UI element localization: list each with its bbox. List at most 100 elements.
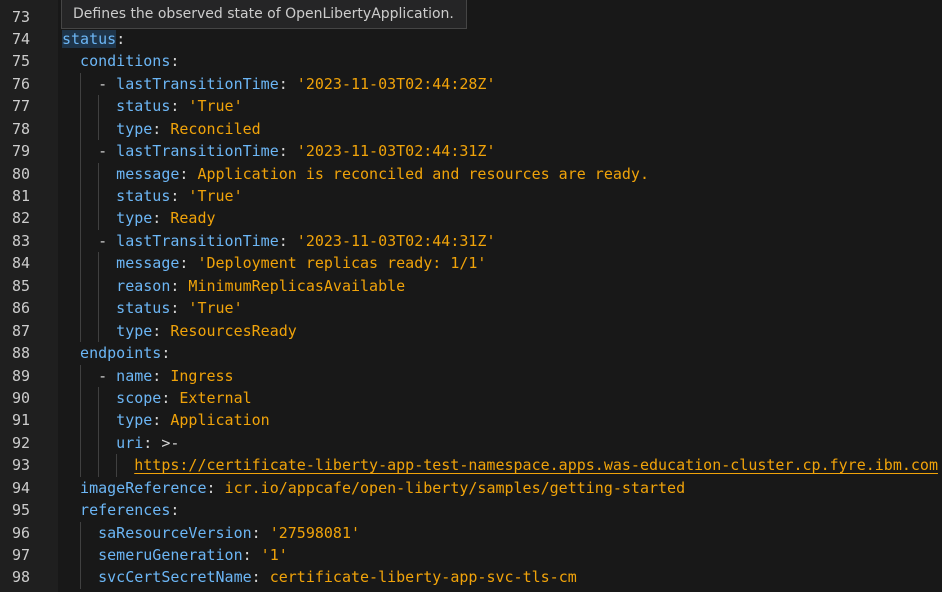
code-line[interactable]: 94 imageReference: icr.io/appcafe/open-li… — [0, 477, 942, 499]
indent-guide — [80, 162, 82, 185]
yaml-value: '27598081' — [269, 523, 361, 542]
yaml-punctuation: : — [278, 142, 297, 161]
code-line[interactable]: 97 semeruGeneration: '1' — [0, 544, 942, 567]
indent-guide — [80, 252, 82, 275]
code-line[interactable]: 95 references: — [0, 499, 942, 521]
line-number: 89 — [12, 366, 31, 385]
code-text: message: Application is reconciled and r… — [116, 163, 649, 185]
indent-guide — [80, 409, 82, 432]
indent-guide — [98, 95, 100, 118]
url-link[interactable]: https://certificate-liberty-app-test-nam… — [134, 456, 938, 474]
yaml-punctuation: : — [161, 344, 171, 363]
yaml-key: lastTransitionTime — [116, 142, 279, 161]
code-line[interactable]: 92 uri: >- — [0, 431, 942, 455]
code-line[interactable]: 91 type: Application — [0, 409, 942, 432]
code-text: type: ResourcesReady — [116, 320, 297, 342]
code-line[interactable]: 75 conditions: — [0, 50, 942, 72]
yaml-value: Ready — [170, 209, 216, 228]
code-line[interactable]: 88 endpoints: — [0, 342, 942, 364]
code-line[interactable]: 84 message: 'Deployment replicas ready: 1… — [0, 252, 942, 275]
indent-guide — [80, 207, 82, 230]
yaml-value: Reconciled — [170, 119, 261, 138]
yaml-value: 'True' — [188, 299, 243, 318]
yaml-punctuation: : — [170, 187, 189, 205]
code-text: message: 'Deployment replicas ready: 1/1… — [116, 252, 486, 274]
line-number: 95 — [12, 501, 31, 520]
line-number: 91 — [12, 411, 31, 430]
code-line[interactable]: 90 scope: External — [0, 386, 942, 410]
yaml-value: 'True' — [188, 187, 243, 205]
yaml-value: '1' — [260, 546, 288, 564]
indent-guide — [80, 386, 82, 410]
code-line[interactable]: 98 svcCertSecretName: certificate-liberty… — [0, 566, 942, 589]
indent-guide — [98, 386, 100, 410]
yaml-punctuation: : — [152, 321, 171, 340]
yaml-key: references — [80, 501, 171, 520]
indent-guide — [98, 274, 100, 298]
line-number: 94 — [12, 478, 31, 497]
yaml-punctuation: : — [242, 546, 261, 564]
yaml-value: Ingress — [170, 366, 234, 385]
code-line[interactable]: 79 - lastTransitionTime: '2023-11-03T02:4… — [0, 140, 942, 163]
code-text: endpoints: — [80, 342, 170, 364]
line-number: 79 — [12, 142, 31, 161]
indent-guide — [98, 454, 100, 477]
code-line[interactable]: 96 saResourceVersion: '27598081' — [0, 521, 942, 544]
code-text: references: — [80, 499, 179, 521]
code-line[interactable]: 81 status: 'True' — [0, 185, 942, 208]
yaml-key: message — [116, 164, 180, 183]
indent-guide — [80, 117, 82, 141]
code-text: imageReference: icr.io/appcafe/open-libe… — [80, 477, 685, 499]
code-line[interactable]: 85 reason: MinimumReplicasAvailable — [0, 274, 942, 298]
code-line[interactable]: 74 status: — [0, 28, 942, 50]
code-line[interactable]: 83 - lastTransitionTime: '2023-11-03T02:4… — [0, 229, 942, 253]
yaml-punctuation: : — [278, 231, 297, 250]
yaml-punctuation: : — [179, 254, 198, 273]
line-number: 97 — [12, 546, 31, 564]
yaml-value: icr.io/appcafe/open-liberty/samples/gett… — [224, 478, 686, 497]
code-line[interactable]: 77 status: 'True' — [0, 95, 942, 118]
line-number: 82 — [12, 209, 31, 228]
indent-guide — [98, 117, 100, 141]
line-number: 84 — [12, 254, 31, 273]
indent-guide — [80, 72, 82, 96]
line-number: 98 — [12, 568, 31, 587]
line-number: 77 — [12, 97, 31, 116]
yaml-key: reason — [116, 276, 171, 295]
line-number: 85 — [12, 276, 31, 295]
code-text: type: Reconciled — [116, 118, 261, 140]
yaml-key: saResourceVersion — [98, 523, 252, 542]
code-line[interactable]: 82 type: Ready — [0, 207, 942, 230]
yaml-key: type — [116, 321, 153, 340]
indent-guide — [80, 566, 82, 589]
yaml-punctuation: : — [170, 501, 180, 520]
code-text: status: 'True' — [116, 95, 242, 117]
line-number: 83 — [12, 231, 31, 250]
code-line[interactable]: 87 type: ResourcesReady — [0, 319, 942, 343]
code-line[interactable]: 76 - lastTransitionTime: '2023-11-03T02:4… — [0, 72, 942, 96]
code-line[interactable]: 80 message: Application is reconciled and… — [0, 162, 942, 185]
indent-guide — [80, 431, 82, 455]
code-line[interactable]: 86 status: 'True' — [0, 297, 942, 320]
indent-guide — [98, 319, 100, 343]
code-text: status: 'True' — [116, 185, 242, 207]
yaml-key: semeruGeneration — [98, 546, 243, 564]
code-line[interactable]: 89 - name: Ingress — [0, 364, 942, 387]
code-text: reason: MinimumReplicasAvailable — [116, 275, 405, 297]
code-text: type: Ready — [116, 207, 215, 229]
line-number: 81 — [12, 187, 31, 205]
yaml-key: status — [116, 187, 171, 205]
yaml-punctuation: : — [152, 119, 171, 138]
line-number: 75 — [12, 52, 31, 71]
line-number: 76 — [12, 74, 31, 93]
yaml-key: imageReference — [80, 478, 207, 497]
hover-tooltip: Defines the observed state of OpenLibert… — [61, 0, 467, 29]
code-line[interactable]: 93 https://certificate-liberty-app-test-n… — [0, 454, 942, 477]
yaml-punctuation: : — [161, 388, 180, 407]
yaml-editor[interactable]: 73 74 status: 75 conditions: 76 - lastTransiti… — [0, 6, 942, 589]
code-line[interactable]: 78 type: Reconciled — [0, 117, 942, 141]
line-number: 96 — [12, 523, 31, 542]
yaml-punctuation: : — [152, 209, 171, 228]
code-text: uri: >- — [116, 432, 179, 454]
code-text: type: Application — [116, 409, 270, 431]
